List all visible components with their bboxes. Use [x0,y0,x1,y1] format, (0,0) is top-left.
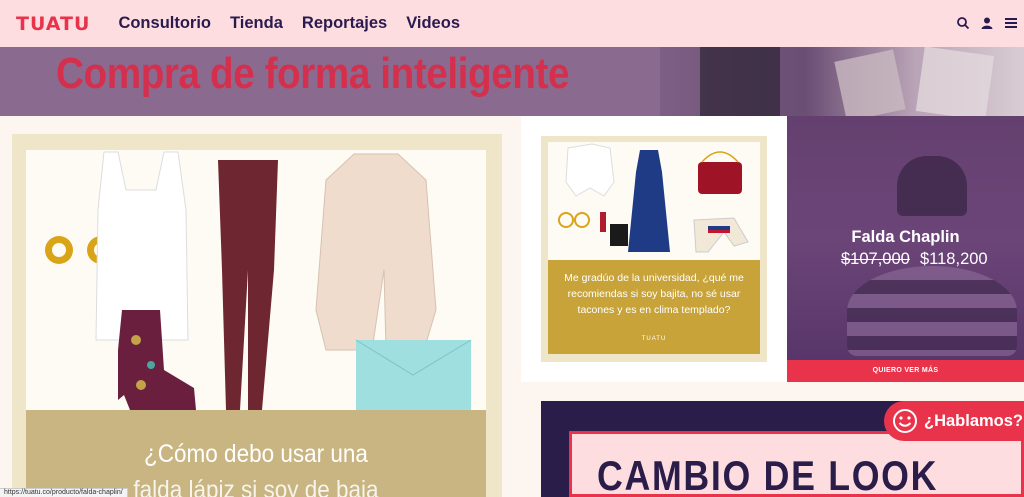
product-name: Falda Chaplin [851,228,960,246]
user-icon[interactable] [980,16,994,30]
link-preview-status: https://tuatu.co/producto/falda-chaplin/ [0,488,128,497]
nav-consultorio[interactable]: Consultorio [118,14,211,33]
smiley-icon [892,408,918,434]
brand-watermark: TUATU [641,336,667,342]
navy-dress-image [628,150,670,252]
question-band: Me gradúo de la universidad, ¿qué me rec… [548,260,760,354]
white-bolero-image [565,143,615,197]
graduation-collage: Me gradúo de la universidad, ¿qué me rec… [548,142,760,354]
banner-person-silhouette [700,47,780,116]
shopping-bag-image [834,49,906,116]
search-icon[interactable] [956,16,970,30]
banner-title: Compra de forma inteligente [56,49,570,98]
nav-tienda[interactable]: Tienda [230,14,283,33]
hero-banner[interactable]: Compra de forma inteligente [0,47,1024,116]
look-card-title: CAMBIO DE LOOK [597,452,939,497]
red-lipstick-image [600,212,606,232]
see-more-button[interactable]: QUIERO VER MÁS [787,360,1024,382]
page: TUATU Consultorio Tienda Reportajes Vide… [0,0,1024,497]
outfit-collage: ¿Cómo debo usar una falda lápiz si soy d… [26,150,486,497]
nav-reportajes[interactable]: Reportajes [302,14,387,33]
article-caption: Me gradúo de la universidad, ¿qué me rec… [564,272,744,316]
site-header: TUATU Consultorio Tienda Reportajes Vide… [0,0,1024,47]
main-nav: Consultorio Tienda Reportajes Videos [118,14,460,33]
pump-shoe-image [693,217,749,253]
menu-icon[interactable] [1004,16,1018,30]
product-card-falda-chaplin[interactable]: Falda Chaplin $107,000 $118,200 QUIERO V… [787,116,1024,382]
article-card-outfit[interactable]: ¿Cómo debo usar una falda lápiz si soy d… [12,134,502,497]
header-icons [956,16,1018,30]
article-card-graduation[interactable]: Me gradúo de la universidad, ¿qué me rec… [521,116,787,382]
trench-coat-image [315,153,437,351]
outfit-illustration [45,151,472,412]
compact-image [610,224,628,246]
product-new-price: $118,200 [920,250,988,268]
burgundy-trousers-image [218,160,278,410]
chat-button[interactable]: ¿Hablamos? [884,401,1024,441]
gold-hoop-earring-image [558,212,574,228]
article-caption: ¿Cómo debo usar una [144,440,368,468]
outfit-illustration [558,143,749,253]
model-torso-image [897,156,967,216]
product-old-price: $107,000 [841,250,910,268]
chat-label: ¿Hablamos? [924,411,1024,430]
shopping-bag-image [915,47,995,116]
site-logo[interactable]: TUATU [16,13,90,35]
red-bag-image [698,162,742,194]
striped-skirt-image [847,266,1017,356]
nav-videos[interactable]: Videos [406,14,460,33]
